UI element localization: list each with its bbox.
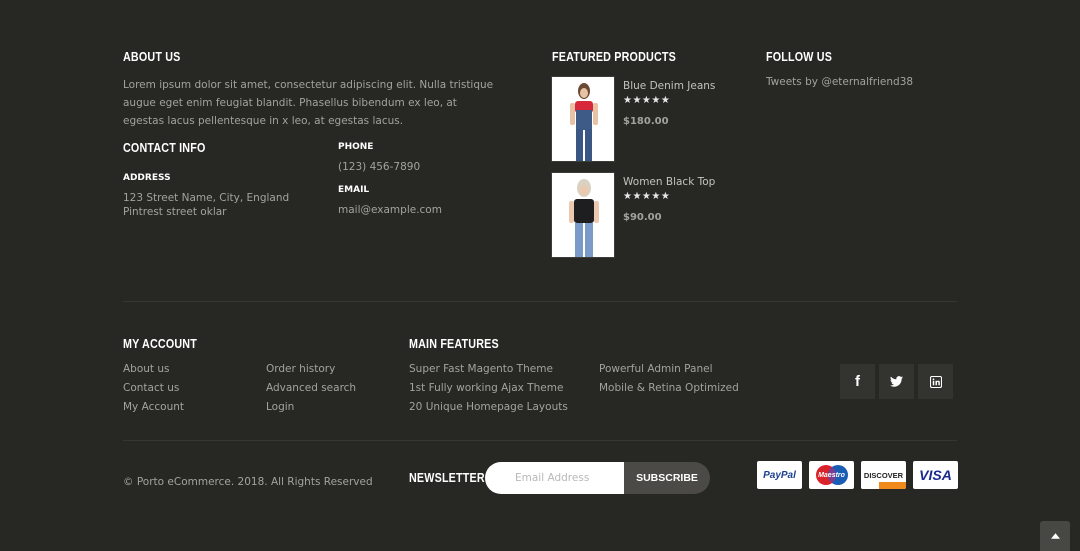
about-text-line-2: augue eget enim feugiat blandit. Phasell… [123, 97, 457, 109]
product-image-black-top[interactable] [551, 172, 615, 258]
newsletter-email-input[interactable] [485, 462, 625, 494]
about-text-line-1: Lorem ipsum dolor sit amet, consectetur … [123, 79, 494, 91]
product-image-jeans[interactable] [551, 76, 615, 162]
feature-homepage-layouts[interactable]: 20 Unique Homepage Layouts [409, 401, 568, 413]
product-rating-black-top: ★★★★★ [623, 191, 671, 202]
link-order-history[interactable]: Order history [266, 363, 335, 375]
divider-top [123, 301, 957, 302]
link-about-us[interactable]: About us [123, 363, 170, 375]
follow-us-heading: FOLLOW US [766, 50, 833, 64]
chevron-up-icon [1050, 533, 1060, 539]
phone-label: PHONE [338, 142, 374, 152]
maestro-text: Maestro [818, 471, 845, 479]
product-price-black-top: $90.00 [623, 212, 662, 223]
product-price-jeans: $180.00 [623, 116, 669, 127]
linkedin-icon [929, 375, 942, 388]
visa-badge: VISA [913, 461, 958, 489]
feature-admin-panel[interactable]: Powerful Admin Panel [599, 363, 712, 375]
scroll-to-top-button[interactable] [1040, 521, 1070, 551]
main-features-heading: MAIN FEATURES [409, 337, 499, 351]
product-name-black-top[interactable]: Women Black Top [623, 176, 715, 188]
contact-info-heading: CONTACT INFO [123, 141, 206, 155]
maestro-badge: Maestro [809, 461, 854, 489]
discover-stripe [861, 482, 906, 489]
featured-products-heading: FEATURED PRODUCTS [552, 50, 676, 64]
email-address[interactable]: mail@example.com [338, 201, 442, 220]
discover-text: DISCOVER [863, 470, 904, 480]
subscribe-button[interactable]: SUBSCRIBE [624, 462, 710, 494]
link-advanced-search[interactable]: Advanced search [266, 382, 356, 394]
my-account-heading: MY ACCOUNT [123, 337, 197, 351]
feature-ajax-theme[interactable]: 1st Fully working Ajax Theme [409, 382, 563, 394]
paypal-logo: PayPal [763, 469, 796, 481]
link-my-account[interactable]: My Account [123, 401, 184, 413]
tweets-link[interactable]: Tweets by @eternalfriend38 [766, 73, 913, 92]
address-label: ADDRESS [123, 173, 171, 183]
phone-number[interactable]: (123) 456-7890 [338, 158, 420, 177]
twitter-button[interactable] [879, 364, 914, 399]
paypal-badge: PayPal [757, 461, 802, 489]
discover-badge: DISCOVER [861, 461, 906, 489]
divider-bottom [123, 440, 957, 441]
product-name-jeans[interactable]: Blue Denim Jeans [623, 80, 715, 92]
product-rating-jeans: ★★★★★ [623, 95, 671, 106]
facebook-icon: f [855, 373, 860, 390]
visa-logo: VISA [919, 467, 952, 483]
feature-retina-optimized[interactable]: Mobile & Retina Optimized [599, 382, 739, 394]
feature-super-fast[interactable]: Super Fast Magento Theme [409, 363, 553, 375]
facebook-button[interactable]: f [840, 364, 875, 399]
email-label: EMAIL [338, 185, 370, 195]
link-contact-us[interactable]: Contact us [123, 382, 179, 394]
link-login[interactable]: Login [266, 401, 294, 413]
linkedin-button[interactable] [918, 364, 953, 399]
address-line-2: Pintrest street oklar [123, 206, 227, 218]
about-text-line-3: egestas lacus pellentesque in x leo, at … [123, 115, 404, 127]
newsletter-label: NEWSLETTER [409, 471, 485, 485]
about-us-heading: ABOUT US [123, 50, 181, 64]
copyright-text: © Porto eCommerce. 2018. All Rights Rese… [123, 476, 373, 488]
twitter-icon [890, 376, 903, 387]
